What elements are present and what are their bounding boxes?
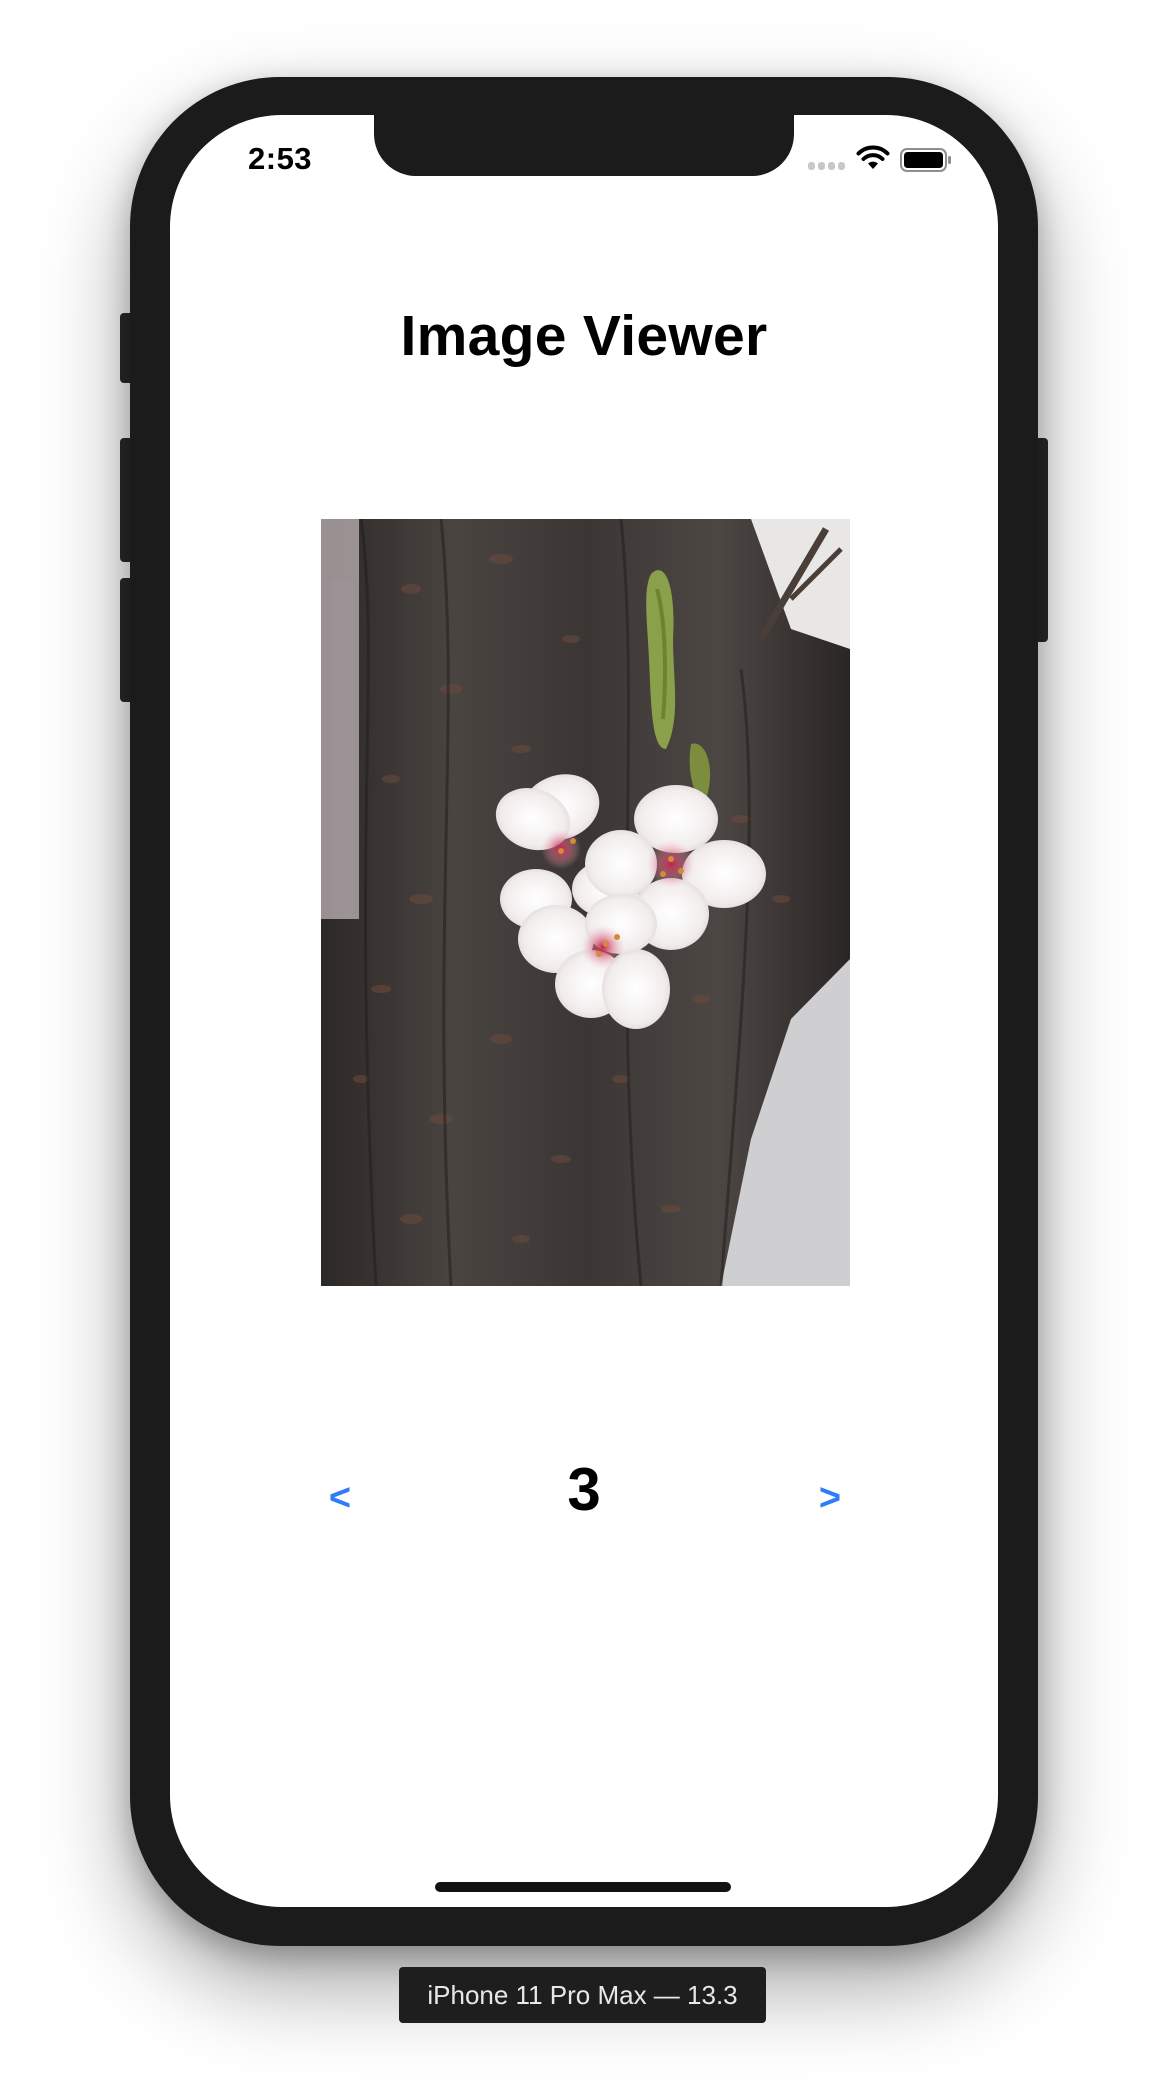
previous-button[interactable]: < (310, 1468, 370, 1528)
image-view (321, 519, 850, 1286)
home-indicator[interactable] (435, 1882, 731, 1892)
simulator-device-label: iPhone 11 Pro Max — 13.3 (399, 1967, 766, 2023)
device-screen: 2:53 Image Viewer < 3 > (170, 115, 998, 1907)
battery-icon (900, 148, 951, 172)
cellular-signal-icon (808, 162, 846, 170)
next-button[interactable]: > (800, 1468, 860, 1528)
device-frame: 2:53 Image Viewer < 3 > (130, 77, 1038, 1946)
simulator-stage: 2:53 Image Viewer < 3 > iPhone 11 Pro Ma… (0, 0, 1168, 2096)
photo-image (321, 519, 850, 1286)
status-time: 2:53 (248, 141, 313, 176)
notch (374, 115, 794, 176)
wifi-icon (856, 145, 890, 169)
page-title: Image Viewer (400, 304, 768, 368)
image-index-label: 3 (567, 1456, 601, 1523)
